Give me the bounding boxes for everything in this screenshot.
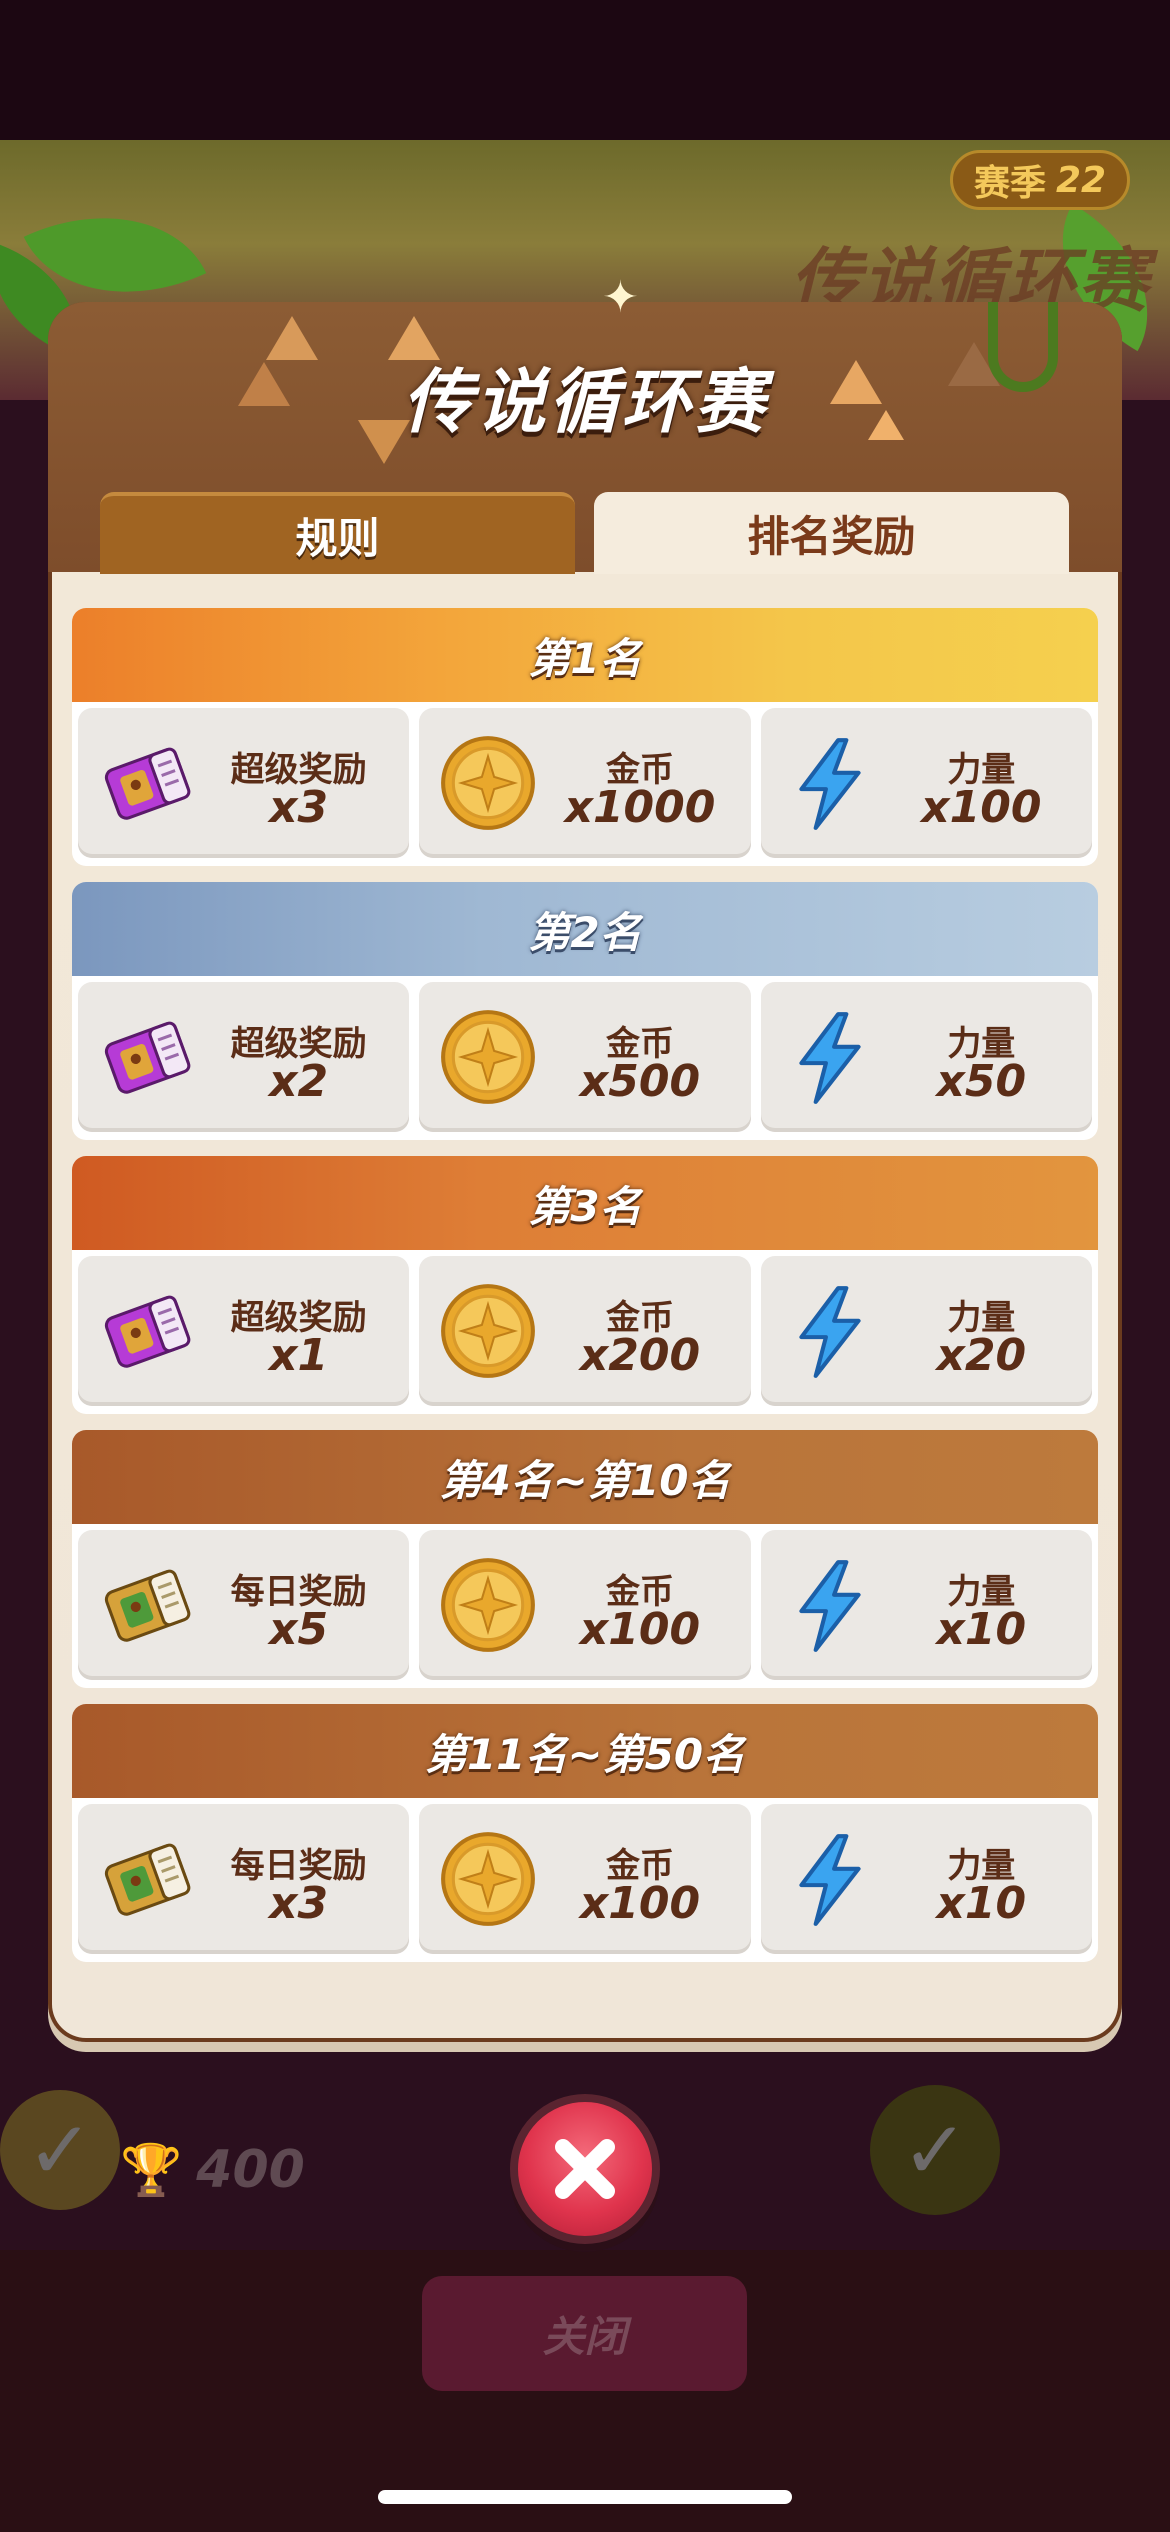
tab-ranking-rewards[interactable]: 排名奖励 xyxy=(594,492,1069,574)
reward-cells: 超级奖励 x1 金币 x200 力量 x20 xyxy=(78,1256,1092,1406)
reward-quantity: x50 xyxy=(936,1056,1027,1107)
reward-quantity: x1 xyxy=(269,1330,329,1381)
reward-item[interactable]: 金币 x100 xyxy=(419,1804,751,1954)
tier-rank-header: 第2名 xyxy=(72,882,1098,976)
tab-label: 排名奖励 xyxy=(747,511,916,561)
dialog-header: 传说循环赛 规则 排名奖励 xyxy=(48,302,1122,574)
status-bar-area xyxy=(0,0,1170,140)
reward-quantity: x3 xyxy=(269,1878,329,1929)
reward-item[interactable]: 每日奖励 x3 xyxy=(78,1804,410,1954)
reward-item[interactable]: 金币 x1000 xyxy=(419,708,751,858)
reward-item[interactable]: 每日奖励 x5 xyxy=(78,1530,410,1680)
reward-item[interactable]: 力量 x100 xyxy=(760,708,1092,858)
home-indicator[interactable] xyxy=(378,2490,792,2504)
reward-item[interactable]: 金币 x200 xyxy=(419,1256,751,1406)
reward-tier: 第11名~第50名 每日奖励 x3 金币 x100 力量 x10 xyxy=(72,1704,1098,1962)
daily-ticket-icon xyxy=(96,1828,198,1930)
close-button[interactable] xyxy=(510,2094,660,2244)
reward-cells: 超级奖励 x2 金币 x500 力量 x50 xyxy=(78,982,1092,1132)
reward-quantity: x200 xyxy=(579,1330,701,1381)
reward-quantity: x1000 xyxy=(564,782,716,833)
reward-item[interactable]: 超级奖励 x1 xyxy=(78,1256,410,1406)
trophy-stat: 🏆 400 xyxy=(120,2140,305,2200)
daily-ticket-icon xyxy=(96,1554,198,1656)
reward-quantity: x10 xyxy=(936,1878,1027,1929)
reward-quantity: x100 xyxy=(579,1604,701,1655)
tier-rank-header: 第3名 xyxy=(72,1156,1098,1250)
tab-rules[interactable]: 规则 xyxy=(100,492,575,574)
season-label: 赛季 xyxy=(973,163,1046,204)
tier-rank-header: 第1名 xyxy=(72,608,1098,702)
tier-rank-header: 第4名~第10名 xyxy=(72,1430,1098,1524)
lightning-icon xyxy=(779,1554,881,1656)
lightning-icon xyxy=(779,1006,881,1108)
reward-item[interactable]: 力量 x50 xyxy=(760,982,1092,1132)
dialog-title: 传说循环赛 xyxy=(402,361,768,443)
reward-item[interactable]: 力量 x20 xyxy=(760,1256,1092,1406)
reward-cells: 每日奖励 x3 金币 x100 力量 x10 xyxy=(78,1804,1092,1954)
reward-quantity: x100 xyxy=(921,782,1042,833)
reward-quantity: x500 xyxy=(579,1056,701,1107)
reward-item[interactable]: 超级奖励 x2 xyxy=(78,982,410,1132)
reward-quantity: x10 xyxy=(936,1604,1027,1655)
rewards-dialog: 传说循环赛 规则 排名奖励 第1名 超级奖励 x3 金币 x1000 力量 x100 第2名超… xyxy=(48,302,1122,2042)
trophy-count: 400 xyxy=(196,2140,305,2200)
background-close-button: 关闭 xyxy=(422,2276,747,2391)
close-icon xyxy=(555,2139,615,2199)
sparkle-icon: ✦ xyxy=(602,272,639,323)
reward-cells: 超级奖励 x3 金币 x1000 力量 x100 xyxy=(78,708,1092,858)
reward-quantity: x2 xyxy=(269,1056,329,1107)
lightning-icon xyxy=(779,732,881,834)
gold-coin-icon xyxy=(437,1828,539,1930)
super-ticket-icon xyxy=(96,1006,198,1108)
check-icon: ✓ xyxy=(870,2085,1000,2215)
reward-tier: 第2名 超级奖励 x2 金币 x500 力量 x50 xyxy=(72,882,1098,1140)
reward-item[interactable]: 力量 x10 xyxy=(760,1530,1092,1680)
check-icon: ✓ xyxy=(0,2090,120,2210)
lightning-icon xyxy=(779,1280,881,1382)
super-ticket-icon xyxy=(96,732,198,834)
gold-coin-icon xyxy=(437,732,539,834)
reward-cells: 每日奖励 x5 金币 x100 力量 x10 xyxy=(78,1530,1092,1680)
reward-quantity: x3 xyxy=(269,782,329,833)
tier-rank-header: 第11名~第50名 xyxy=(72,1704,1098,1798)
reward-item[interactable]: 金币 x500 xyxy=(419,982,751,1132)
reward-item[interactable]: 力量 x10 xyxy=(760,1804,1092,1954)
reward-tier: 第1名 超级奖励 x3 金币 x1000 力量 x100 xyxy=(72,608,1098,866)
tab-label: 规则 xyxy=(295,513,380,563)
gold-coin-icon xyxy=(437,1554,539,1656)
gold-coin-icon xyxy=(437,1280,539,1382)
trophy-icon: 🏆 xyxy=(120,2140,183,2199)
reward-quantity: x20 xyxy=(936,1330,1027,1381)
lightning-icon xyxy=(779,1828,881,1930)
reward-tier: 第3名 超级奖励 x1 金币 x200 力量 x20 xyxy=(72,1156,1098,1414)
season-badge: 赛季 22 xyxy=(950,150,1130,210)
reward-quantity: x5 xyxy=(269,1604,329,1655)
reward-item[interactable]: 金币 x100 xyxy=(419,1530,751,1680)
super-ticket-icon xyxy=(96,1280,198,1382)
reward-item[interactable]: 超级奖励 x3 xyxy=(78,708,410,858)
season-number: 22 xyxy=(1055,159,1107,201)
gold-coin-icon xyxy=(437,1006,539,1108)
reward-tier: 第4名~第10名 每日奖励 x5 金币 x100 力量 x10 xyxy=(72,1430,1098,1688)
reward-quantity: x100 xyxy=(579,1878,701,1929)
